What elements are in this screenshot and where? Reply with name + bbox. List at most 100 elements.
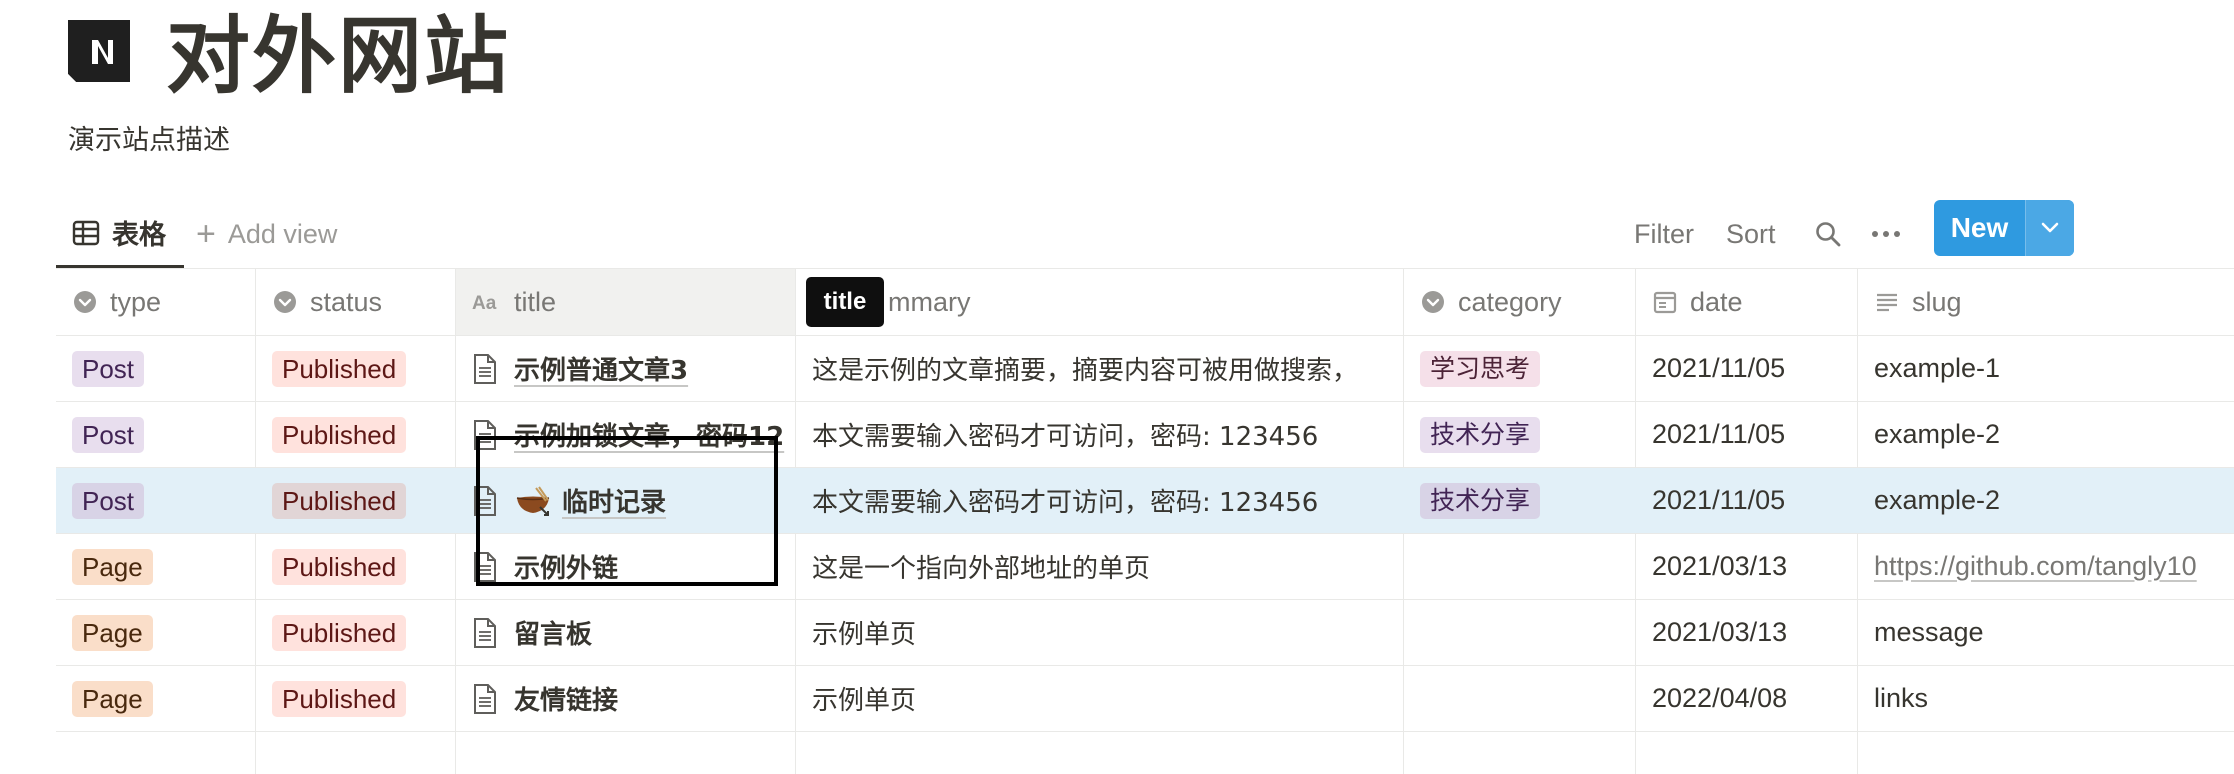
slug-text: example-2 (1874, 419, 2001, 449)
new-button[interactable]: New (1934, 200, 2026, 256)
category-cell[interactable]: 技术分享 (1404, 402, 1635, 467)
summary-text: 示例单页 (812, 620, 917, 650)
type-tag: Page (72, 680, 153, 717)
title-text: 友情链接 (514, 686, 619, 716)
title-cell[interactable]: 示例普通文章3 (456, 336, 795, 401)
category-tag: 学习思考 (1420, 350, 1541, 387)
column-header-type[interactable]: type (56, 269, 255, 335)
column-header-category[interactable]: category (1404, 269, 1635, 335)
more-options-button[interactable] (1866, 200, 1906, 268)
status-cell[interactable]: Published (256, 402, 455, 467)
summary-text: 示例单页 (812, 686, 917, 716)
slug-link[interactable]: https://github.com/tangly10 (1874, 551, 2197, 582)
status-tag: Published (272, 614, 407, 651)
table-row[interactable]: Page Published 留言板 示例单页 2021/03/13 messa… (56, 600, 2234, 666)
title-text: 示例加锁文章，密码12 (514, 422, 785, 452)
summary-cell[interactable]: 示例单页 (796, 666, 1403, 731)
category-cell[interactable] (1404, 600, 1635, 665)
status-cell[interactable]: Published (256, 600, 455, 665)
table-empty-area[interactable] (56, 734, 2234, 774)
table-row[interactable]: Post Published 示例普通文章3 这是示例的文章摘要，摘要内容可被用… (56, 336, 2234, 402)
new-dropdown-button[interactable] (2026, 200, 2074, 256)
table-row[interactable]: Page Published 示例外链 这是一个指向外部地址的单页 2021/0… (56, 534, 2234, 600)
status-cell[interactable]: Published (256, 534, 455, 599)
title-cell[interactable]: 友情链接 (456, 666, 795, 731)
notion-logo-icon (68, 20, 130, 82)
date-cell[interactable]: 2021/03/13 (1636, 534, 1857, 599)
summary-cell[interactable]: 本文需要输入密码才可访问，密码: 123456 (796, 468, 1403, 533)
category-tag: 技术分享 (1420, 416, 1541, 453)
column-label: title (514, 286, 557, 317)
ellipsis-icon (1872, 231, 1900, 237)
title-text: 示例外链 (514, 554, 619, 584)
type-cell[interactable]: Post (56, 336, 255, 401)
filter-button[interactable]: Filter (1634, 200, 1694, 268)
page-icon (474, 617, 496, 648)
column-label: status (310, 286, 383, 317)
tab-table-view[interactable]: 表格 (56, 200, 184, 268)
column-header-summary[interactable]: mmary (796, 269, 1403, 335)
type-cell[interactable]: Page (56, 600, 255, 665)
date-cell[interactable]: 2021/03/13 (1636, 600, 1857, 665)
type-cell[interactable]: Post (56, 468, 255, 533)
slug-cell[interactable]: https://github.com/tangly10 (1858, 534, 2234, 599)
title-cell[interactable]: 示例加锁文章，密码12 (456, 402, 795, 467)
page-title[interactable]: 对外网站 (166, 6, 510, 106)
status-cell[interactable]: Published (256, 336, 455, 401)
column-header-date[interactable]: date (1636, 269, 1857, 335)
column-header-slug[interactable]: slug (1858, 269, 2234, 335)
slug-cell[interactable]: message (1858, 600, 2234, 665)
category-tag: 技术分享 (1420, 482, 1541, 519)
status-cell[interactable]: Published (256, 666, 455, 731)
column-header-status[interactable]: status (256, 269, 455, 335)
summary-cell[interactable]: 这是一个指向外部地址的单页 (796, 534, 1403, 599)
table-row[interactable]: Page Published 友情链接 示例单页 2022/04/08 link… (56, 666, 2234, 732)
title-cell[interactable]: 示例外链 (456, 534, 795, 599)
type-tag: Post (72, 350, 145, 387)
type-cell[interactable]: Post (56, 402, 255, 467)
slug-cell[interactable]: example-2 (1858, 402, 2234, 467)
summary-cell[interactable]: 本文需要输入密码才可访问，密码: 123456 (796, 402, 1403, 467)
title-cell[interactable]: 临时记录 (456, 468, 795, 533)
slug-cell[interactable]: links (1858, 666, 2234, 731)
summary-cell[interactable]: 这是示例的文章摘要，摘要内容可被用做搜索， (796, 336, 1403, 401)
search-button[interactable] (1808, 200, 1848, 268)
page-description[interactable]: 演示站点描述 (68, 118, 230, 157)
status-tag: Published (272, 482, 407, 519)
title-text: 留言板 (514, 620, 593, 650)
table-row[interactable]: Post Published 示例加锁文章，密码12 本文需要输入密码才可访问，… (56, 402, 2234, 468)
date-cell[interactable]: 2021/11/05 (1636, 336, 1857, 401)
status-cell[interactable]: Published (256, 468, 455, 533)
date-cell[interactable]: 2021/11/05 (1636, 468, 1857, 533)
select-property-icon (274, 291, 296, 313)
type-cell[interactable]: Page (56, 666, 255, 731)
column-label: type (110, 286, 162, 317)
date-cell[interactable]: 2022/04/08 (1636, 666, 1857, 731)
category-cell[interactable] (1404, 666, 1635, 731)
view-bar: 表格 + Add view Filter Sort New (56, 200, 2234, 268)
slug-text: example-2 (1874, 485, 2001, 515)
new-button-group: New (1934, 200, 2074, 256)
table-header: type status Aa title mmary category date… (56, 268, 2234, 336)
table-row-selected[interactable]: Post Published 临时记录 本文需要输入密码才可访问，密码: 123… (56, 468, 2234, 534)
slug-cell[interactable]: example-1 (1858, 336, 2234, 401)
plus-icon: + (196, 214, 216, 253)
type-cell[interactable]: Page (56, 534, 255, 599)
summary-text: 本文需要输入密码才可访问，密码: 123456 (812, 422, 1319, 452)
select-property-icon (74, 291, 96, 313)
type-tag: Post (72, 482, 145, 519)
tab-label: 表格 (112, 220, 166, 251)
column-label: slug (1912, 286, 1962, 317)
category-cell[interactable]: 技术分享 (1404, 468, 1635, 533)
summary-cell[interactable]: 示例单页 (796, 600, 1403, 665)
chevron-down-icon (2041, 222, 2059, 233)
add-view-button[interactable]: + Add view (196, 200, 337, 268)
column-header-title[interactable]: Aa title (456, 269, 795, 335)
title-cell[interactable]: 留言板 (456, 600, 795, 665)
category-cell[interactable]: 学习思考 (1404, 336, 1635, 401)
category-cell[interactable] (1404, 534, 1635, 599)
status-tag: Published (272, 680, 407, 717)
date-cell[interactable]: 2021/11/05 (1636, 402, 1857, 467)
slug-cell[interactable]: example-2 (1858, 468, 2234, 533)
sort-button[interactable]: Sort (1726, 200, 1776, 268)
